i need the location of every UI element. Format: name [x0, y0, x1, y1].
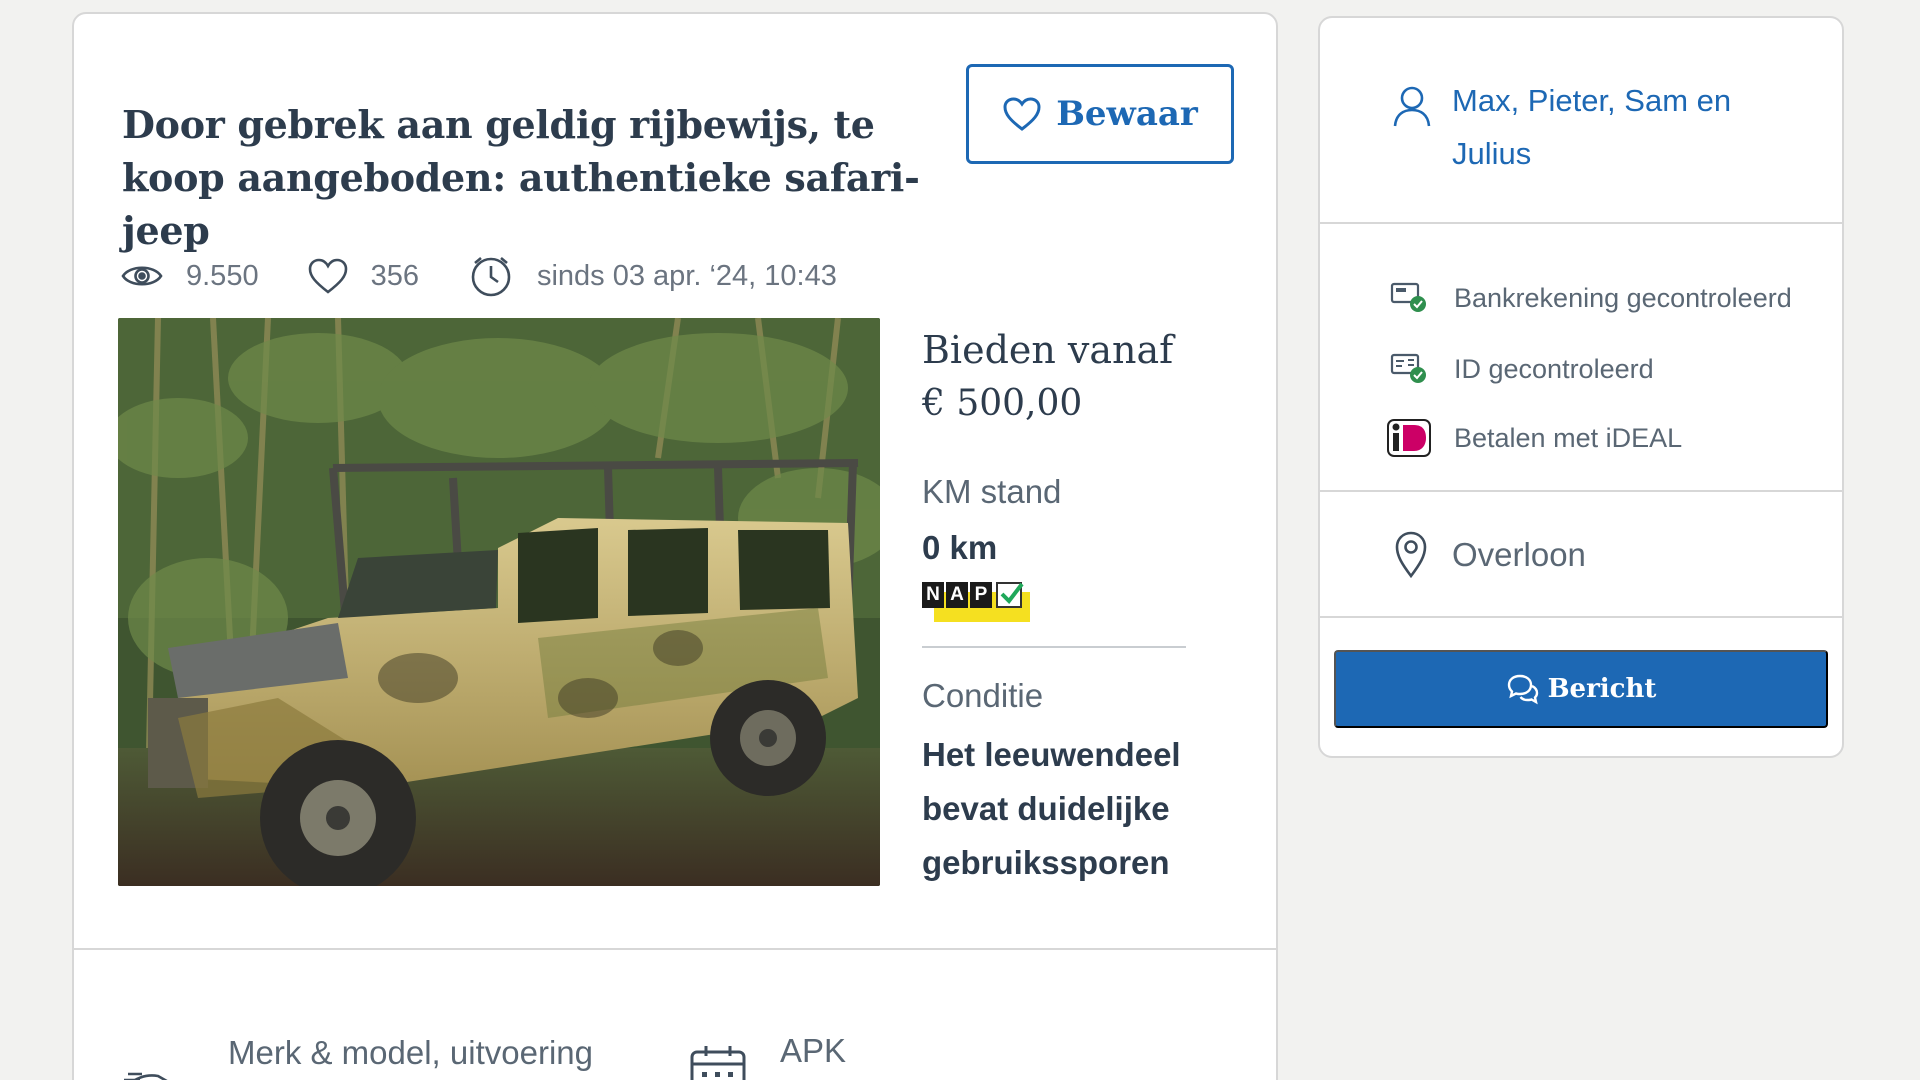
condition-label: Conditie	[922, 677, 1044, 714]
seller-verifications: Bankrekening gecontroleerd ID gecontrole…	[1320, 224, 1842, 492]
bid-label: Bieden vanaf	[922, 328, 1174, 372]
divider	[74, 948, 1276, 950]
views-stat: 9.550	[120, 259, 259, 293]
chat-bubbles-icon	[1507, 674, 1538, 705]
bid-price: € 500,00	[922, 383, 1083, 424]
favorites-count: 356	[370, 259, 419, 292]
seller-header: Max, Pieter, Sam en Julius	[1320, 18, 1842, 224]
clock-icon	[471, 257, 511, 297]
location-name: Overloon	[1452, 536, 1586, 573]
bank-verified-icon	[1390, 282, 1426, 312]
car-icon	[124, 1072, 168, 1080]
nap-badge: N A P	[922, 580, 1030, 622]
eye-icon	[121, 266, 163, 286]
heart-icon	[1003, 97, 1041, 131]
listing-stats: 9.550 356 sinds 03 apr. ‘24, 10:43	[120, 254, 837, 298]
verification-label: Bankrekening gecontroleerd	[1454, 282, 1792, 313]
save-button[interactable]: Bewaar	[966, 64, 1234, 164]
posted-date: sinds 03 apr. ‘24, 10:43	[536, 259, 837, 292]
spec-brand-model: Merk & model, uitvoering	[122, 1034, 593, 1080]
spec-apk-label: APK	[780, 1032, 847, 1069]
message-button-label: Bericht	[1547, 674, 1657, 704]
condition-value: Het leeuwendeel bevat duidelijke gebruik…	[922, 736, 1181, 881]
km-label: KM stand	[922, 473, 1062, 510]
spec-brand-label: Merk & model, uitvoering	[228, 1034, 593, 1071]
safari-jeep-photo	[118, 318, 880, 886]
calendar-icon	[690, 1046, 746, 1080]
verification-bank: Bankrekening gecontroleerd	[1386, 278, 1792, 318]
listing-key-info: Bieden vanaf € 500,00 KM stand 0 km N A …	[922, 324, 1222, 890]
map-pin-icon	[1395, 531, 1427, 578]
posted-date-stat: sinds 03 apr. ‘24, 10:43	[469, 254, 837, 298]
ideal-icon	[1387, 419, 1431, 457]
verification-label: Betalen met iDEAL	[1454, 422, 1683, 453]
views-count: 9.550	[186, 259, 259, 292]
heart-icon	[308, 258, 347, 294]
save-button-label: Bewaar	[1056, 94, 1198, 134]
listing-title: Door gebrek aan geldig rijbewijs, te koo…	[122, 102, 920, 253]
verification-ideal: Betalen met iDEAL	[1386, 418, 1682, 458]
nap-letter: N	[922, 582, 944, 608]
verification-label: ID gecontroleerd	[1454, 353, 1654, 384]
listing-photo[interactable]	[118, 318, 880, 886]
seller-name-link[interactable]: Max, Pieter, Sam en Julius	[1452, 74, 1792, 180]
verification-id: ID gecontroleerd	[1386, 349, 1654, 389]
favorites-stat: 356	[307, 257, 419, 295]
id-verified-icon	[1390, 353, 1426, 383]
nap-check-icon	[996, 582, 1024, 608]
nap-letter: P	[970, 582, 992, 608]
spec-apk: APK	[688, 1032, 846, 1080]
seller-card: Max, Pieter, Sam en Julius Bankrekening …	[1318, 16, 1844, 758]
listing-card: Door gebrek aan geldig rijbewijs, te koo…	[72, 12, 1278, 1080]
divider	[922, 646, 1186, 648]
seller-location: Overloon	[1320, 492, 1842, 618]
km-value: 0 km	[922, 529, 998, 566]
message-button[interactable]: Bericht	[1334, 650, 1828, 728]
user-icon	[1393, 86, 1431, 127]
nap-letter: A	[946, 582, 968, 608]
